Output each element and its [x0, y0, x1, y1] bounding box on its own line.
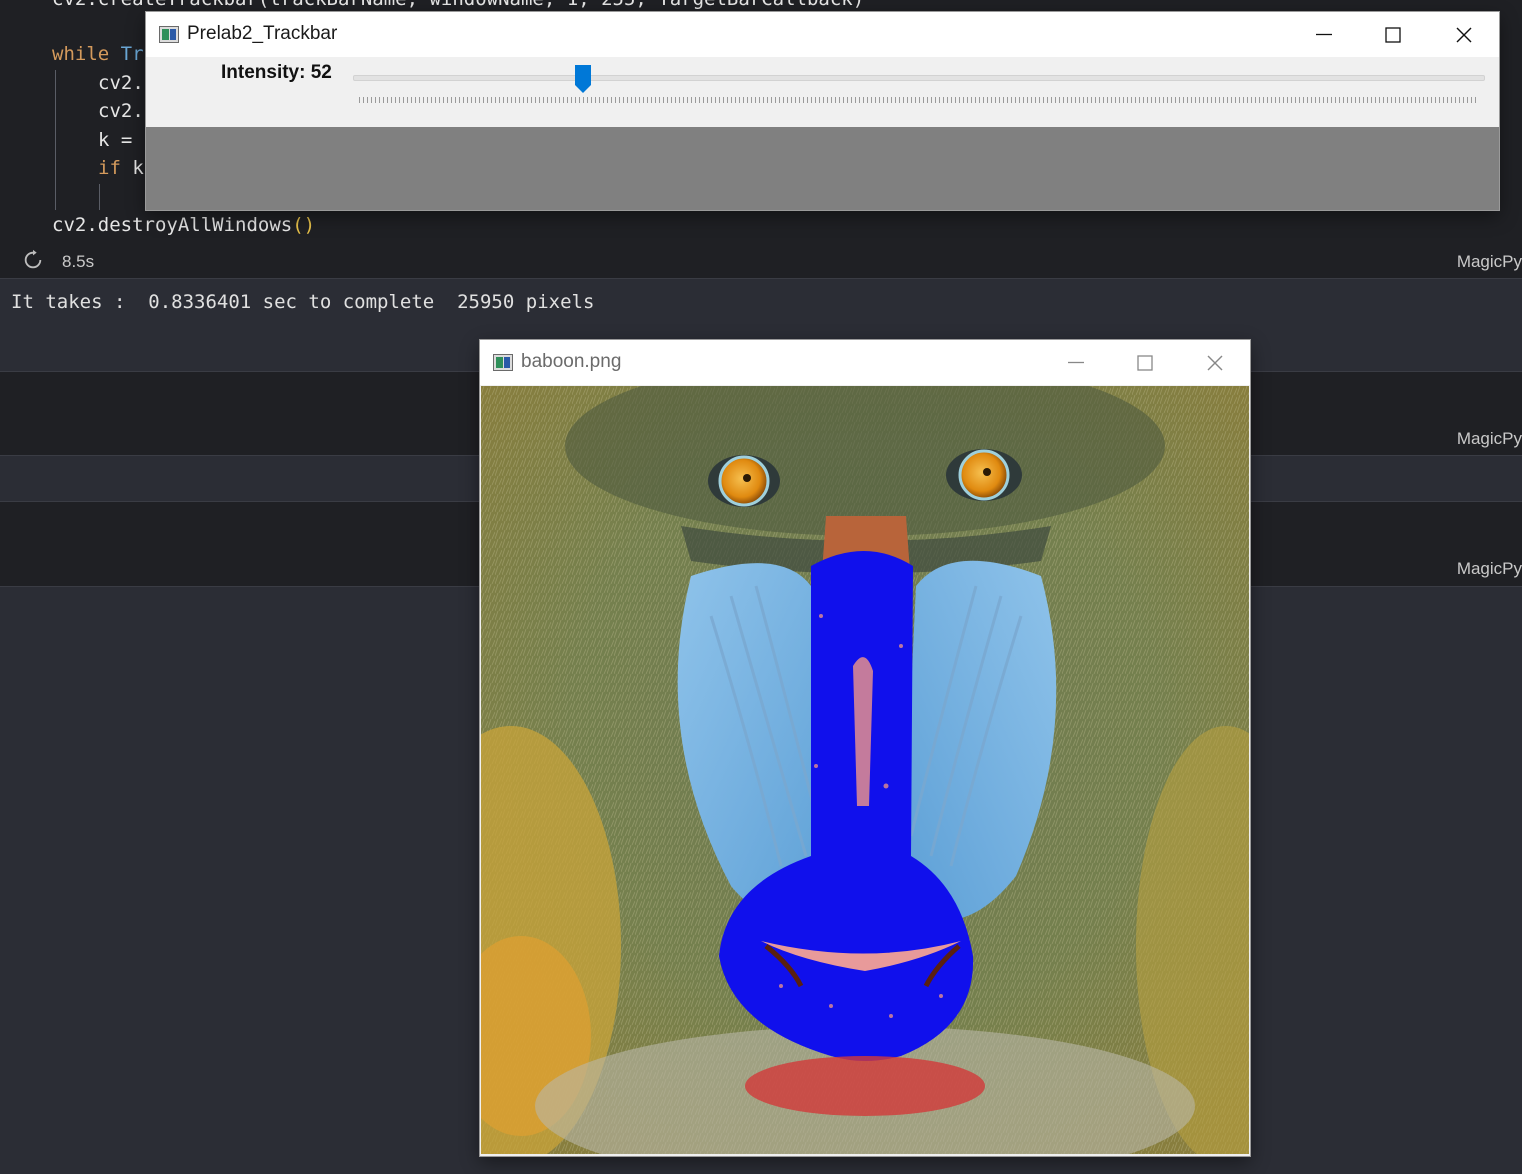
opencv-window-icon: [493, 354, 513, 371]
trackbar-image-area: [146, 127, 1499, 210]
indent-guide-inner: [99, 184, 100, 210]
code-line-create-trackbar: cv2.createTrackbar(trackBarName, windowN…: [52, 0, 864, 10]
close-icon: [1207, 355, 1223, 371]
opencv-window-icon: [159, 26, 179, 43]
close-button[interactable]: [1430, 12, 1498, 57]
code-while-condition: Tr: [109, 43, 144, 65]
code-line-while: while Tr: [52, 43, 144, 65]
trackbar-panel: Intensity: 52: [146, 57, 1499, 127]
image-window-titlebar[interactable]: baboon.png: [480, 340, 1250, 385]
indent-guide: [55, 70, 56, 210]
trackbar-window-title: Prelab2_Trackbar: [187, 23, 338, 44]
language-tag[interactable]: MagicPy: [1457, 252, 1522, 272]
keyword-if: if: [98, 157, 121, 179]
cell-status-bar: 8.5s MagicPy: [0, 245, 1522, 279]
trackbar-track[interactable]: [353, 75, 1485, 81]
minimize-button[interactable]: [1042, 340, 1110, 385]
code-line-if: if k: [98, 157, 144, 179]
keyword-while: while: [52, 43, 110, 65]
maximize-icon: [1137, 355, 1153, 371]
code-line-destroy: cv2.destroyAllWindows(): [52, 214, 315, 236]
output-text: It takes : 0.8336401 sec to complete 259…: [11, 291, 595, 313]
close-button[interactable]: [1181, 340, 1249, 385]
execution-time: 8.5s: [62, 252, 95, 271]
maximize-icon: [1385, 27, 1401, 43]
code-line-k: k =: [98, 129, 144, 151]
maximize-button[interactable]: [1359, 12, 1427, 57]
maximize-button[interactable]: [1111, 340, 1179, 385]
image-window[interactable]: baboon.png: [480, 340, 1250, 1156]
baboon-image: [481, 386, 1249, 1154]
code-destroy-parens: (): [292, 214, 316, 236]
language-tag-3[interactable]: MagicPy: [1457, 559, 1522, 579]
language-tag-2[interactable]: MagicPy: [1457, 429, 1522, 449]
refresh-icon[interactable]: [22, 249, 44, 271]
minimize-icon: [1316, 33, 1332, 36]
image-window-title: baboon.png: [521, 351, 622, 372]
close-icon: [1456, 27, 1472, 43]
trackbar-window-titlebar[interactable]: Prelab2_Trackbar: [146, 12, 1499, 57]
trackbar-window[interactable]: Prelab2_Trackbar Intensity: 52: [146, 12, 1499, 210]
trackbar-label: Intensity: 52: [221, 62, 332, 83]
code-line-cv2-b: cv2.: [98, 100, 144, 122]
trackbar-ticks: [359, 97, 1477, 103]
trackbar-thumb[interactable]: [575, 65, 592, 93]
minimize-button[interactable]: [1290, 12, 1358, 57]
code-line-cv2-a: cv2.: [98, 72, 144, 94]
code-destroy-call: cv2.destroyAllWindows: [52, 214, 293, 236]
code-if-condition: k: [120, 157, 144, 179]
minimize-icon: [1068, 361, 1084, 364]
